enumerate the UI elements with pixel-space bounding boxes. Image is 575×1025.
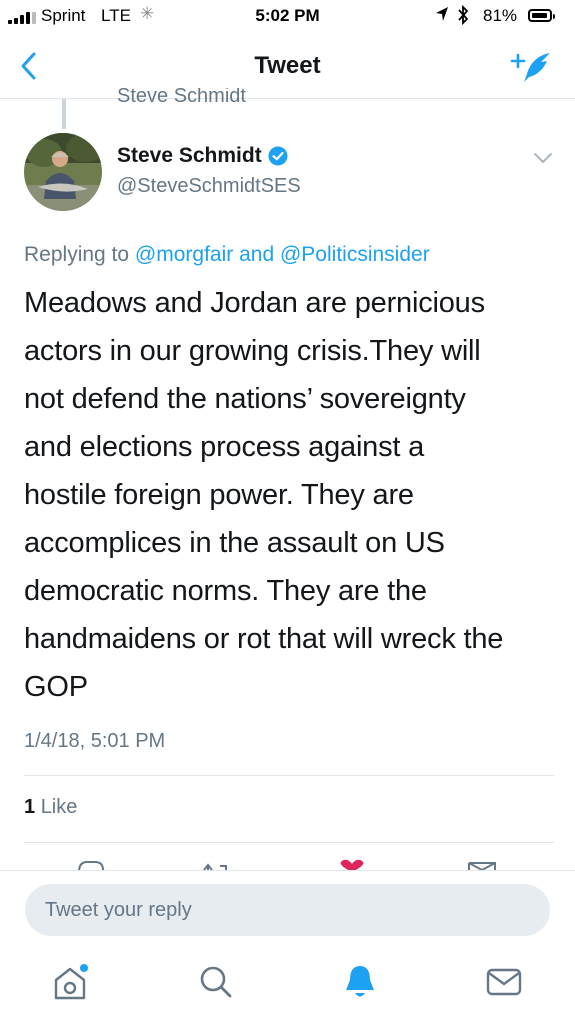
page-title: Tweet: [254, 52, 321, 79]
battery-percent: 81%: [483, 6, 518, 25]
tweet-text: Meadows and Jordan are pernicious actors…: [24, 279, 564, 711]
like-count-number: 1: [24, 796, 36, 818]
mention-joiner: and: [239, 243, 275, 266]
author-name[interactable]: Steve Schmidt: [117, 144, 262, 168]
tweet-text-line: democratic norms. They are the: [24, 575, 427, 607]
avatar[interactable]: [24, 133, 102, 211]
status-bar: Sprint LTE ✳ 5:02 PM 81%: [0, 0, 575, 34]
mention-link[interactable]: @morgfair: [135, 243, 233, 266]
tweet-timestamp: 1/4/18, 5:01 PM: [24, 730, 166, 752]
battery-icon: [528, 9, 555, 22]
like-count-label: Like: [40, 796, 78, 818]
mention-link[interactable]: @Politicsinsider: [280, 243, 430, 266]
tweet-text-line: Meadows and Jordan are pernicious: [24, 287, 485, 319]
home-icon[interactable]: [50, 962, 90, 1002]
compose-tweet-icon[interactable]: [510, 50, 554, 84]
tweet-text-line: handmaidens or rot that will wreck the: [24, 623, 504, 655]
divider: [24, 775, 554, 776]
reply-input[interactable]: [25, 884, 550, 936]
tweet-text-line: and elections process against a: [24, 431, 425, 463]
verified-badge-icon: [268, 146, 288, 166]
tweet-text-line: actors in our growing crisis.They will: [24, 335, 481, 367]
bluetooth-icon: [458, 4, 469, 26]
previous-tweet-author[interactable]: Steve Schmidt: [117, 88, 246, 104]
replying-to-line: Replying to @morgfair and @Politicsinsid…: [24, 243, 430, 267]
replying-to-label: Replying to: [24, 243, 130, 266]
tweet-text-line: accomplices in the assault on US: [24, 527, 445, 559]
divider: [24, 842, 554, 843]
messages-envelope-icon[interactable]: [484, 962, 524, 1002]
location-arrow-icon: [436, 7, 448, 21]
like-count[interactable]: 1 Like: [24, 796, 77, 819]
author-handle[interactable]: @SteveSchmidtSES: [117, 175, 301, 198]
tweet-text-line: hostile foreign power. They are: [24, 479, 414, 511]
chevron-down-icon[interactable]: [532, 150, 554, 166]
tweet-text-line: GOP: [24, 671, 88, 703]
unread-dot: [80, 964, 88, 972]
tweet-text-line: not defend the nations’ sovereignty: [24, 383, 466, 415]
nav-bar: Tweet: [0, 34, 575, 99]
thread-connector-line: [62, 99, 66, 129]
search-icon[interactable]: [196, 962, 236, 1002]
notifications-bell-icon[interactable]: [340, 962, 380, 1002]
author-name-row[interactable]: Steve Schmidt: [117, 144, 288, 168]
